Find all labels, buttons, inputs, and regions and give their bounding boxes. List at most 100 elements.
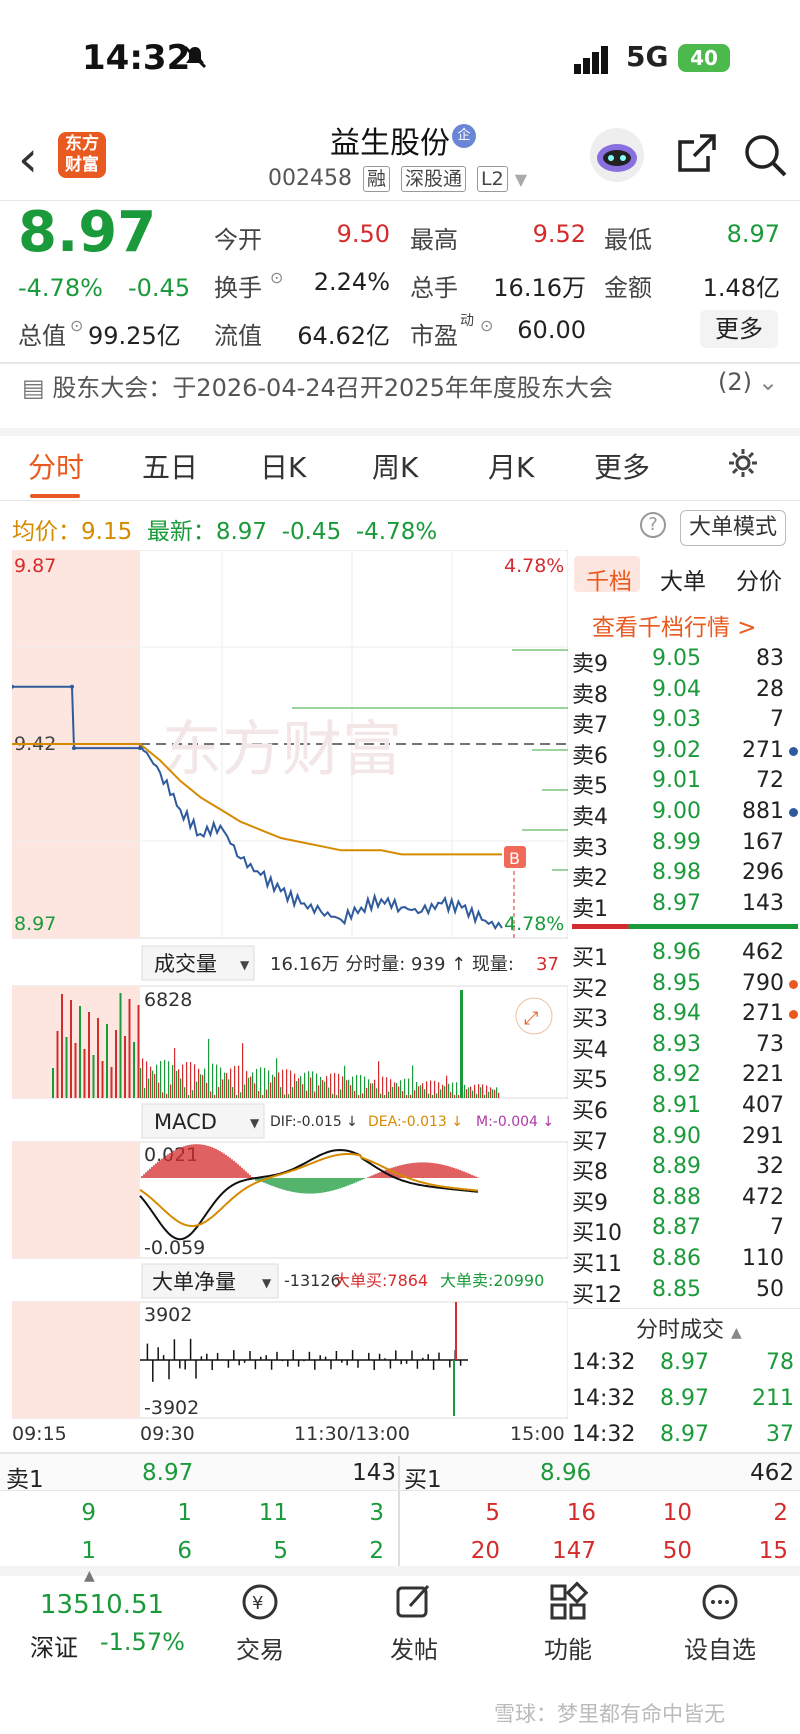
ask-row[interactable]: 卖4 9.00 881 xyxy=(572,799,798,830)
ask-row[interactable]: 卖9 9.05 83 xyxy=(572,646,798,677)
tab-more[interactable]: 更多 xyxy=(594,446,650,486)
volume-bar xyxy=(318,1085,320,1098)
volume-bar xyxy=(70,1000,72,1098)
ask-row[interactable]: 卖1 8.97 143 xyxy=(572,891,798,922)
tab-daily[interactable]: 日K xyxy=(260,446,306,486)
volume-bar xyxy=(144,1087,146,1098)
amount-value: 1.48亿 xyxy=(702,274,780,302)
volume-bar xyxy=(340,1089,342,1098)
dropdown-icon[interactable]: ▼ xyxy=(515,170,527,189)
volume-bar xyxy=(142,1058,144,1098)
info-icon[interactable]: ⊙ xyxy=(480,316,493,335)
tab-monthly[interactable]: 月K xyxy=(488,446,534,486)
tab-big-orders[interactable]: 大单 xyxy=(660,562,706,596)
index-value[interactable]: 13510.51 xyxy=(40,1590,164,1620)
level-price: 8.98 xyxy=(652,860,701,886)
assistant-avatar[interactable] xyxy=(590,128,644,182)
ask-row[interactable]: 卖2 8.98 296 xyxy=(572,860,798,891)
volume-bar xyxy=(56,1031,59,1098)
bid-row[interactable]: 买4 8.93 73 xyxy=(572,1031,798,1063)
queue-sell-price: 8.97 xyxy=(142,1460,194,1486)
help-icon[interactable]: ? xyxy=(640,512,666,538)
volume-bar xyxy=(152,1070,154,1098)
intraday-chart[interactable]: 东方财富 9.87 9.42 8.97 4.78% 4.78% B 成交量 ▼ … xyxy=(12,550,568,1440)
big-order-mode-button[interactable]: 大单模式 xyxy=(680,510,786,546)
nav-post[interactable]: 发帖 xyxy=(354,1580,474,1665)
nav-add-watchlist[interactable]: 设自选 xyxy=(660,1580,780,1665)
tab-5day[interactable]: 五日 xyxy=(142,446,198,486)
level-volume: 462 xyxy=(742,940,784,965)
volume-bar xyxy=(137,1005,140,1098)
bell-muted-icon xyxy=(183,45,207,69)
more-button[interactable]: 更多 xyxy=(700,310,778,348)
nav-trade[interactable]: ¥ 交易 xyxy=(200,1580,320,1665)
bid-row[interactable]: 买11 8.86 110 xyxy=(572,1246,798,1277)
level-label: 卖8 xyxy=(572,682,608,708)
level-volume: 7 xyxy=(770,1215,784,1241)
bid-row[interactable]: 买5 8.92 221 xyxy=(572,1062,798,1093)
level-label: 买1 xyxy=(572,946,608,971)
volume-bar xyxy=(244,1084,246,1098)
ask-row[interactable]: 卖6 9.02 271 xyxy=(572,738,798,769)
bid-row[interactable]: 买6 8.91 407 xyxy=(572,1093,798,1124)
volume-bar xyxy=(472,1090,474,1098)
tab-weekly[interactable]: 周K xyxy=(372,446,418,486)
share-icon[interactable] xyxy=(676,132,718,174)
volume-bar xyxy=(272,1074,274,1098)
volume-bar xyxy=(370,1083,372,1098)
bid-row[interactable]: 买7 8.90 291 xyxy=(572,1124,798,1155)
volume-bar xyxy=(240,1092,242,1098)
bid-row[interactable]: 买10 8.87 7 xyxy=(572,1215,798,1247)
bid-row[interactable]: 买12 8.85 50 xyxy=(572,1277,798,1308)
queue-count: 2 xyxy=(369,1538,384,1564)
trades-title[interactable]: 分时成交 ▲ xyxy=(636,1312,742,1344)
volume-bar xyxy=(174,1048,176,1098)
depth-link[interactable]: 查看千档行情 > xyxy=(592,608,757,642)
chevron-down-icon[interactable]: ⌄ xyxy=(758,368,778,396)
level-price: 9.00 xyxy=(652,799,701,824)
tab-intraday[interactable]: 分时 xyxy=(28,446,84,486)
level-label: 买10 xyxy=(572,1221,622,1247)
stock-code-row[interactable]: 002458 融 深股通 L2 ▼ xyxy=(268,166,527,192)
volume-bar xyxy=(334,1072,336,1098)
nav-functions[interactable]: 功能 xyxy=(508,1580,628,1665)
bid-row[interactable]: 买2 8.95 790 xyxy=(572,970,798,1002)
tab-depth[interactable]: 千档 xyxy=(586,562,632,596)
volume-bar xyxy=(204,1068,206,1098)
latest-label: 最新： xyxy=(146,519,216,545)
tab-by-price[interactable]: 分价 xyxy=(736,562,782,596)
queue-buy-price: 8.96 xyxy=(540,1460,592,1486)
info-icon[interactable]: ⊙ xyxy=(70,316,83,335)
volume-bar xyxy=(486,1085,488,1098)
level-volume: 790 xyxy=(742,970,784,996)
ask-row[interactable]: 卖5 9.01 72 xyxy=(572,768,798,800)
volume-bar xyxy=(254,1083,256,1098)
volume-bar xyxy=(296,1080,298,1098)
level-label: 卖5 xyxy=(572,774,608,800)
info-icon[interactable]: ⊙ xyxy=(270,268,283,287)
net-value: -13126 xyxy=(284,1271,341,1290)
float-label: 流值 xyxy=(214,322,262,350)
bid-row[interactable]: 买8 8.89 32 xyxy=(572,1154,798,1185)
volume-bar xyxy=(256,1068,258,1098)
ask-row[interactable]: 卖8 9.04 28 xyxy=(572,677,798,708)
ask-row[interactable]: 卖3 8.99 167 xyxy=(572,830,798,861)
search-icon[interactable] xyxy=(742,132,788,178)
level-volume: 73 xyxy=(756,1031,784,1057)
ask-row[interactable]: 卖7 9.03 7 xyxy=(572,707,798,738)
volume-bar xyxy=(248,1077,250,1098)
bid-row[interactable]: 买9 8.88 472 xyxy=(572,1185,798,1216)
volume-bar xyxy=(232,1087,234,1098)
notice-bar[interactable]: ▤ 股东大会：于2026-04-24召开2025年年度股东大会 (2) ⌄ xyxy=(22,368,800,403)
level-label: 卖4 xyxy=(572,805,608,830)
net-buy: 大单买:7864 xyxy=(334,1271,428,1290)
gear-icon[interactable] xyxy=(726,446,760,480)
bid-row[interactable]: 买1 8.96 462 xyxy=(572,940,798,971)
volume-bar xyxy=(312,1071,314,1098)
back-icon[interactable]: ‹ xyxy=(18,130,38,188)
bid-row[interactable]: 买3 8.94 271 xyxy=(572,1001,798,1032)
enterprise-badge: 企 xyxy=(452,124,476,148)
volume-bar xyxy=(176,1070,178,1098)
net-top-label: 3902 xyxy=(144,1304,192,1326)
open-label: 今开 xyxy=(214,226,262,254)
